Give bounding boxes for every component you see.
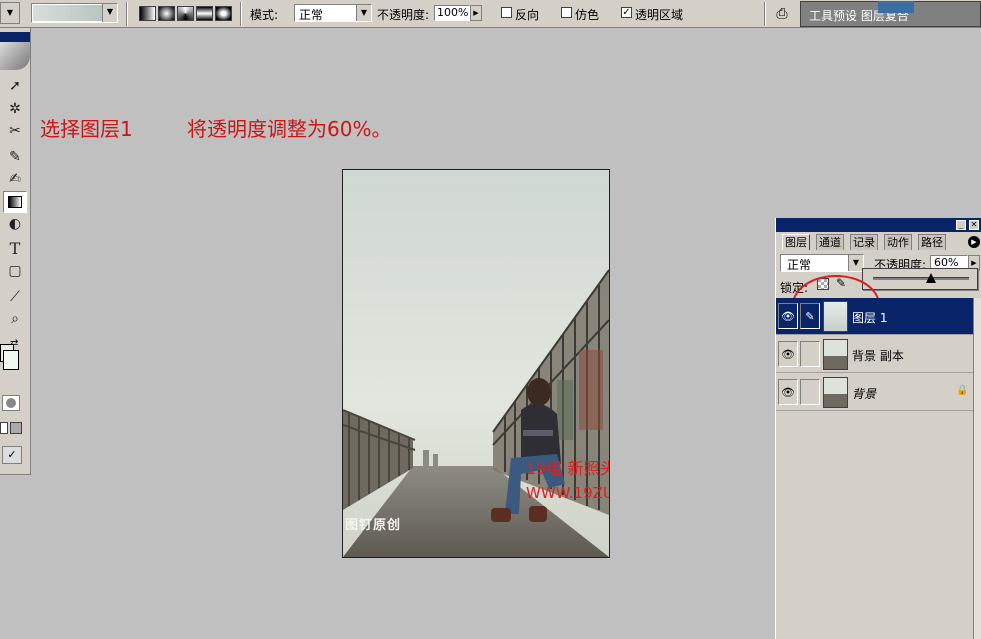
eyedropper-icon[interactable]: ⟋ [3,286,27,308]
eye-icon[interactable]: 👁 [778,341,798,367]
close-icon[interactable]: ✕ [969,220,979,230]
opacity-slider-thumb[interactable] [926,273,936,283]
lock-icon: 🔒 [956,385,969,396]
background-color-swatch[interactable] [3,350,19,370]
document-canvas[interactable]: 19组 新照头 原创教程 WWW.19ZU.COM 图钉原创 [342,169,610,558]
mode-select[interactable]: 正常 ▼ [294,4,372,22]
options-bar: ▼ ▼ 模式: 正常 ▼ 不透明度: 100% ▶ 反向 仿色 ✓ 透明区域 ⎙… [0,0,981,28]
dither-checkbox[interactable] [561,7,572,18]
layers-scrollbar[interactable] [973,298,981,639]
transparency-label: 透明区域 [635,8,684,22]
opacity-value: 100% [437,6,469,19]
linear-gradient-button[interactable] [139,6,156,21]
chevron-down-icon[interactable]: ▼ [848,255,863,271]
palette-tabs: 图层 通道 记录 动作 路径 ▶ [778,234,981,250]
palette-menu-icon[interactable]: ▶ [968,236,980,248]
layer-row[interactable]: 👁 背景 副本 [776,336,973,373]
layer-name[interactable]: 图层 1 [852,309,887,326]
opacity-slider-popup[interactable] [862,268,978,290]
eye-icon[interactable]: 👁 [778,303,798,329]
radial-gradient-button[interactable] [158,6,175,21]
toolbox-logo [0,42,30,70]
watermark-line2: WWW.19ZU.COM [526,484,609,502]
blend-mode-value: 正常 [787,258,812,272]
jump-to-imageready-icon[interactable]: ✓ [2,446,22,464]
mode-label: 模式: [250,8,279,22]
shape-icon[interactable]: ▢ [3,260,27,282]
eye-icon[interactable]: 👁 [778,379,798,405]
tab-channels[interactable]: 通道 [816,234,844,250]
layer-name[interactable]: 背景 副本 [852,347,904,364]
reverse-label: 反向 [515,8,540,22]
tool-preset-arrow[interactable]: ▼ [0,2,20,24]
layer-row[interactable]: 👁 ✎ 图层 1 [776,298,973,335]
blend-mode-select[interactable]: 正常 ▼ [780,254,864,272]
chevron-down-icon[interactable]: ▼ [356,5,371,21]
instruction-annotation: 将透明度调整为60%。 [187,117,392,141]
step-annotation: 选择图层1 [40,117,133,141]
tab-actions[interactable]: 动作 [884,234,912,250]
palette-titlebar[interactable]: _ ✕ [776,218,981,232]
minimize-button[interactable]: _ [956,220,966,230]
tab-paths[interactable]: 路径 [918,234,946,250]
move-icon[interactable]: ➚ [3,75,27,97]
tab-layers[interactable]: 图层 [782,234,810,250]
reverse-checkbox[interactable] [501,7,512,18]
quick-mask-button[interactable] [2,395,20,411]
screen-mode-full-button[interactable] [10,422,22,434]
toolbox-header [0,32,30,42]
watermark-line1: 19组 新照头 原创教程 [526,459,609,478]
opacity-label: 不透明度: [377,8,430,22]
reflected-gradient-button[interactable] [196,6,213,21]
layer-thumbnail [823,377,848,408]
opacity-slider-arrow-icon[interactable]: ▶ [470,5,482,21]
transparency-checkbox[interactable]: ✓ [621,7,632,18]
file-browser-icon[interactable]: ⎙ [772,4,792,24]
link-slot[interactable] [800,379,820,405]
tab-history[interactable]: 记录 [850,234,878,250]
dodge-icon[interactable]: ◐ [3,213,27,235]
palette-well[interactable]: 工具预设 图层复合 [800,1,981,27]
layer-thumbnail [823,301,848,332]
layers-palette: _ ✕ 图层 通道 记录 动作 路径 ▶ 正常 ▼ 不透明度: 60% ▶ 锁定… [775,218,981,639]
layer-row[interactable]: 👁 背景 🔒 [776,374,973,411]
gradient-icon[interactable] [3,191,27,213]
corner-logo-text: 图钉原创 [345,518,402,533]
toolbox: ➚ ✲ ✂ ✎ ✍ ◐ T ▢ ⟋ ⌕ ⇄ ✓ [0,28,31,475]
link-slot[interactable] [800,341,820,367]
brush-icon[interactable]: ✎ [3,146,27,168]
palette-well-tab[interactable] [878,1,914,13]
angle-gradient-button[interactable] [177,6,194,21]
mode-value: 正常 [299,8,324,22]
zoom-icon[interactable]: ⌕ [3,308,27,330]
gradient-picker[interactable]: ▼ [31,3,118,23]
lasso-icon[interactable]: ✂ [3,120,27,142]
history-brush-icon[interactable]: ✍ [3,168,27,190]
chevron-down-icon[interactable]: ▼ [102,4,117,22]
diamond-gradient-button[interactable] [215,6,232,21]
opacity-slider-track[interactable] [873,277,969,280]
dither-label: 仿色 [575,8,600,22]
opacity-field[interactable]: 100% [434,5,470,21]
layer-thumbnail [823,339,848,370]
magic-wand-icon[interactable]: ✲ [3,98,27,120]
brush-icon[interactable]: ✎ [800,303,820,329]
screen-mode-button[interactable] [0,422,8,434]
layer-name[interactable]: 背景 [852,385,876,402]
type-icon[interactable]: T [3,238,27,260]
